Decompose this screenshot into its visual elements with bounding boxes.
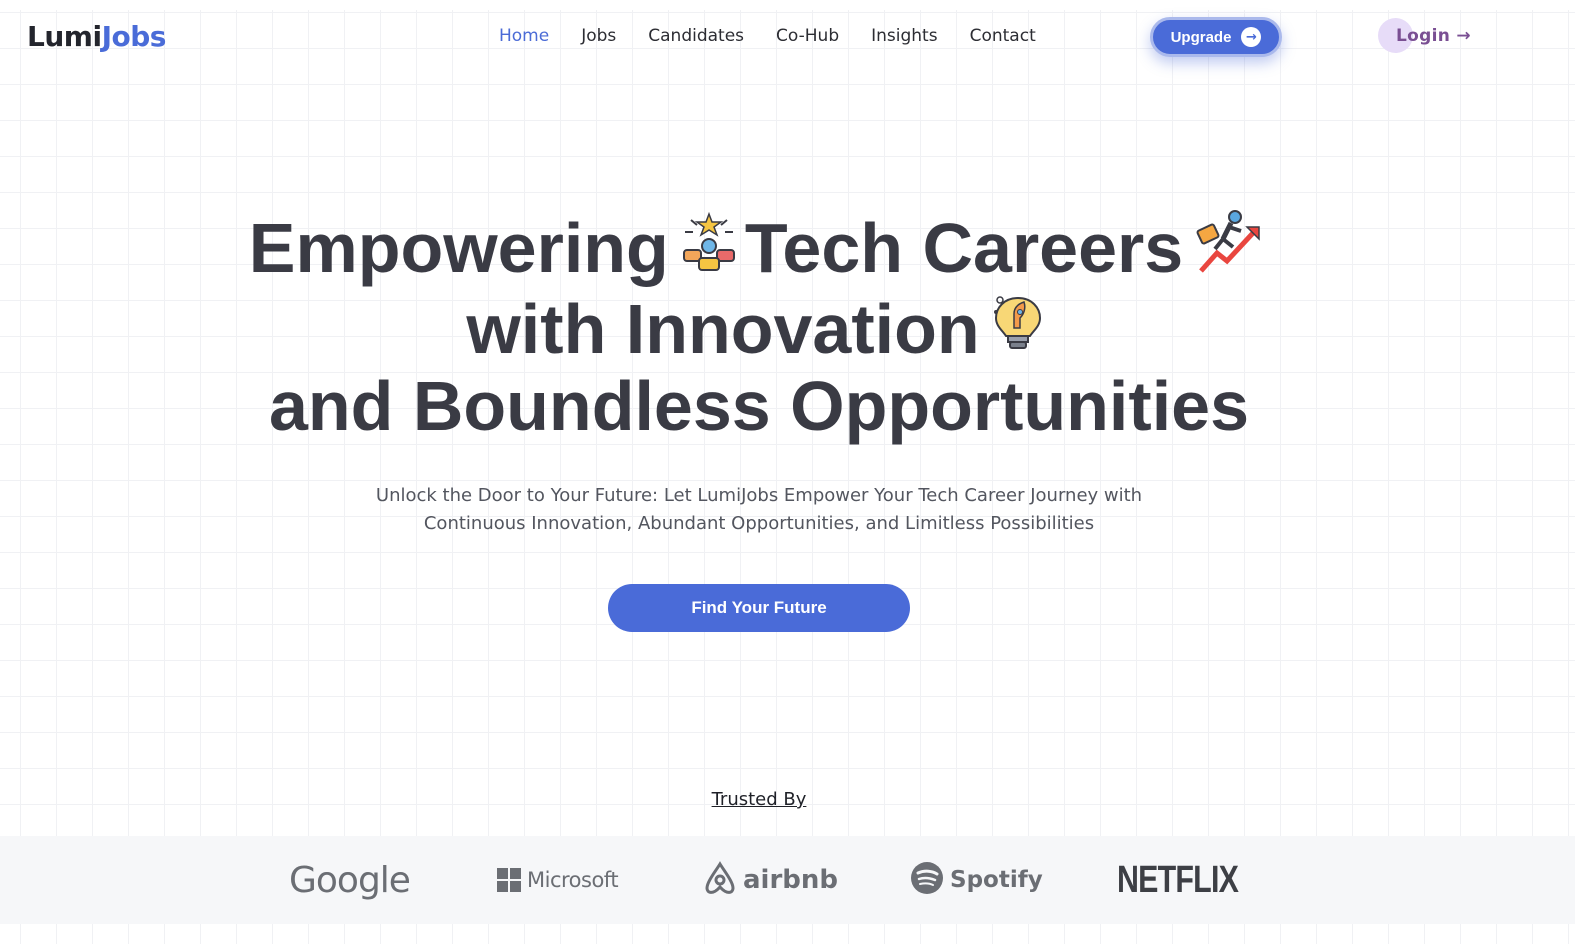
nav-contact[interactable]: Contact [970, 26, 1036, 46]
microsoft-logo-text: Microsoft [527, 868, 619, 892]
microsoft-logo: Microsoft [497, 858, 619, 902]
top-band [0, 0, 1575, 10]
netflix-logo-text: NETFLIX [1117, 858, 1239, 901]
nav-home[interactable]: Home [499, 26, 549, 46]
google-logo-text: Google [289, 859, 411, 901]
career-growth-icon [1195, 209, 1261, 287]
netflix-logo: NETFLIX [1117, 858, 1268, 902]
arrow-right-circle-icon: → [1241, 27, 1262, 47]
trusted-logos-strip: Google Microsoft airbnb Spotify NETFLIX [0, 836, 1575, 924]
rocket-bulb-icon [992, 292, 1044, 364]
google-logo: Google [289, 858, 411, 902]
nav-jobs[interactable]: Jobs [581, 26, 616, 46]
spotify-icon [910, 861, 944, 900]
main-nav: Home Jobs Candidates Co-Hub Insights Con… [499, 26, 1068, 46]
spotify-logo: Spotify [910, 858, 1043, 902]
microsoft-windows-icon [497, 868, 521, 892]
airbnb-logo: airbnb [703, 858, 838, 902]
login-label: Login → [1396, 26, 1471, 46]
hero-title-line-3: and Boundless Opportunities [268, 367, 1250, 446]
upgrade-label: Upgrade [1170, 28, 1232, 46]
airbnb-logo-text: airbnb [743, 865, 839, 895]
logo-part-1: Lumi [27, 20, 102, 53]
spotify-logo-text: Spotify [950, 867, 1043, 893]
hero-title-line-1: Empowering Tech Careers [0, 209, 1518, 293]
nav-insights[interactable]: Insights [871, 26, 937, 46]
logo-part-2: Jobs [101, 20, 167, 53]
teamwork-star-icon [681, 211, 737, 284]
hero-title-words-tech-careers: Tech Careers [744, 209, 1184, 287]
hero-title-word-empowering: Empowering [248, 209, 669, 287]
nav-candidates[interactable]: Candidates [648, 26, 744, 46]
trusted-by-heading: Trusted By [711, 789, 807, 810]
airbnb-belo-icon [703, 860, 737, 901]
hero-subtitle: Unlock the Door to Your Future: Let Lumi… [0, 482, 1518, 538]
site-logo[interactable]: LumiJobs [27, 20, 166, 53]
hero-subtitle-line-1: Unlock the Door to Your Future: Let Lumi… [375, 485, 1143, 506]
hero-title: Empowering Tech Careers with Innovation … [0, 209, 1518, 446]
find-your-future-button[interactable]: Find Your Future [608, 584, 910, 632]
hero-title-line-2: with Innovation [0, 293, 1518, 371]
upgrade-button[interactable]: Upgrade → [1150, 17, 1282, 57]
nav-co-hub[interactable]: Co-Hub [776, 26, 839, 46]
hero-subtitle-line-2: Continuous Innovation, Abundant Opportun… [423, 513, 1095, 534]
hero-title-words-innovation: with Innovation [466, 289, 980, 368]
